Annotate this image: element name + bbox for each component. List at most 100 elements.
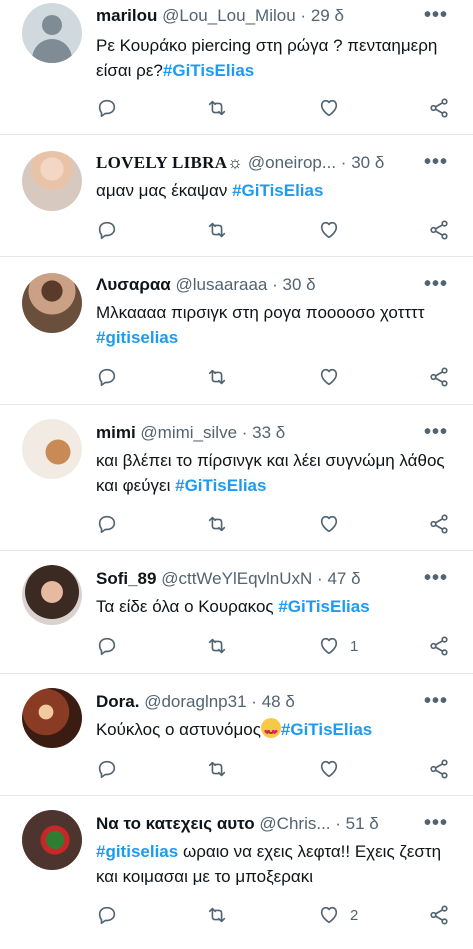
like-button[interactable] [318, 218, 350, 242]
share-button[interactable] [428, 218, 450, 242]
like-button[interactable] [318, 96, 350, 120]
share-icon [430, 905, 448, 925]
timestamp[interactable]: 48 δ [262, 692, 295, 711]
share-button[interactable] [428, 634, 450, 658]
share-icon [430, 220, 448, 240]
tweet[interactable]: Να το κατεχεις αυτο @Chris... · 51 δ •••… [0, 796, 473, 949]
more-options-icon[interactable]: ••• [423, 813, 449, 836]
timestamp[interactable]: 30 δ [283, 275, 316, 294]
user-handle[interactable]: @Lou_Lou_Milou [162, 6, 296, 25]
hashtag-link[interactable]: #GiTisElias [232, 181, 323, 200]
display-name[interactable]: marilou [96, 6, 157, 25]
retweet-icon [208, 761, 226, 777]
display-name[interactable]: Να το κατεχεις αυτο [96, 814, 255, 833]
share-button[interactable] [428, 903, 450, 927]
reply-button[interactable] [96, 218, 118, 242]
retweet-button[interactable] [206, 512, 228, 536]
avatar[interactable] [22, 810, 82, 870]
like-button[interactable] [318, 365, 350, 389]
share-icon [430, 759, 448, 779]
retweet-button[interactable] [206, 218, 228, 242]
display-name[interactable]: Dora. [96, 692, 139, 711]
heart-eyes-emoji-icon [260, 718, 281, 745]
hashtag-link[interactable]: #gitiselias [96, 842, 178, 861]
retweet-button[interactable] [206, 96, 228, 120]
avatar[interactable] [22, 688, 82, 748]
reply-button[interactable] [96, 903, 118, 927]
like-button[interactable]: 1 [318, 634, 358, 658]
tweet-text: και βλέπει το πίρσινγκ και λέει συγνώμη … [96, 451, 445, 495]
retweet-icon [208, 369, 226, 385]
reply-button[interactable] [96, 96, 118, 120]
display-name[interactable]: Λυσαραα [96, 275, 171, 294]
tweet[interactable]: mimi @mimi_silve · 33 δ ••• και βλέπει τ… [0, 405, 473, 551]
display-name[interactable]: LOVELY LIBRA☼ [96, 153, 243, 172]
more-options-icon[interactable]: ••• [423, 422, 449, 445]
avatar[interactable] [22, 3, 82, 63]
hashtag-link[interactable]: #GiTisElias [175, 476, 266, 495]
share-button[interactable] [428, 96, 450, 120]
hashtag-link[interactable]: #GiTisElias [163, 61, 254, 80]
avatar[interactable] [22, 565, 82, 625]
reply-icon [98, 637, 116, 656]
tweet[interactable]: marilou @Lou_Lou_Milou · 29 δ ••• Ρε Κου… [0, 0, 473, 135]
tweet-text: Κούκλος ο αστυνόμος#GiTisElias [96, 717, 453, 745]
timestamp[interactable]: 47 δ [327, 569, 360, 588]
reply-button[interactable] [96, 365, 118, 389]
retweet-icon [208, 100, 226, 116]
like-button[interactable] [318, 757, 350, 781]
more-options-icon[interactable]: ••• [423, 691, 449, 714]
share-button[interactable] [428, 365, 450, 389]
display-name[interactable]: mimi [96, 423, 136, 442]
more-options-icon[interactable]: ••• [423, 568, 449, 591]
tweet[interactable]: Λυσαραα @lusaaraaa · 30 δ ••• Μλκαααα πι… [0, 257, 473, 405]
user-handle[interactable]: @oneirop... [248, 153, 336, 172]
retweet-icon [208, 638, 226, 654]
reply-button[interactable] [96, 634, 118, 658]
share-button[interactable] [428, 757, 450, 781]
retweet-button[interactable] [206, 365, 228, 389]
heart-icon [320, 906, 338, 924]
more-options-icon[interactable]: ••• [423, 274, 449, 297]
tweet[interactable]: Dora. @doraglnp31 · 48 δ ••• Κούκλος ο α… [0, 674, 473, 796]
avatar[interactable] [22, 151, 82, 211]
avatar[interactable] [22, 419, 82, 479]
heart-icon [320, 637, 338, 655]
like-button[interactable] [318, 512, 350, 536]
reply-icon [98, 760, 116, 779]
avatar[interactable] [22, 273, 82, 333]
reply-button[interactable] [96, 512, 118, 536]
timestamp[interactable]: 33 δ [252, 423, 285, 442]
more-options-icon[interactable]: ••• [423, 152, 449, 175]
like-button[interactable]: 2 [318, 903, 358, 927]
tweet-text: Τα είδε όλα ο Κουρακος #GiTisElias [96, 597, 370, 616]
hashtag-link[interactable]: #gitiselias [96, 328, 178, 347]
hashtag-link[interactable]: #GiTisElias [278, 597, 369, 616]
retweet-button[interactable] [206, 757, 228, 781]
user-handle[interactable]: @doraglnp31 [144, 692, 246, 711]
retweet-button[interactable] [206, 903, 228, 927]
retweet-button[interactable] [206, 634, 228, 658]
timestamp[interactable]: 51 δ [346, 814, 379, 833]
user-handle[interactable]: @mimi_silve [140, 423, 237, 442]
share-button[interactable] [428, 512, 450, 536]
display-name[interactable]: Sofi_89 [96, 569, 156, 588]
retweet-icon [208, 222, 226, 238]
hashtag-link[interactable]: #GiTisElias [281, 720, 372, 739]
user-handle[interactable]: @Chris... [259, 814, 330, 833]
reply-icon [98, 515, 116, 534]
reply-button[interactable] [96, 757, 118, 781]
reply-icon [98, 221, 116, 240]
tweet[interactable]: Sofi_89 @cttWeYlEqvlnUxN · 47 δ ••• Τα ε… [0, 551, 473, 674]
timestamp[interactable]: 29 δ [311, 6, 344, 25]
share-icon [430, 636, 448, 656]
timestamp[interactable]: 30 δ [351, 153, 384, 172]
share-icon [430, 367, 448, 387]
more-options-icon[interactable]: ••• [423, 5, 449, 28]
user-handle[interactable]: @cttWeYlEqvlnUxN [161, 569, 312, 588]
tweet[interactable]: LOVELY LIBRA☼ @oneirop... · 30 δ ••• αμα… [0, 135, 473, 257]
reply-icon [98, 368, 116, 387]
user-handle[interactable]: @lusaaraaa [175, 275, 267, 294]
share-icon [430, 98, 448, 118]
like-count: 1 [350, 637, 359, 655]
